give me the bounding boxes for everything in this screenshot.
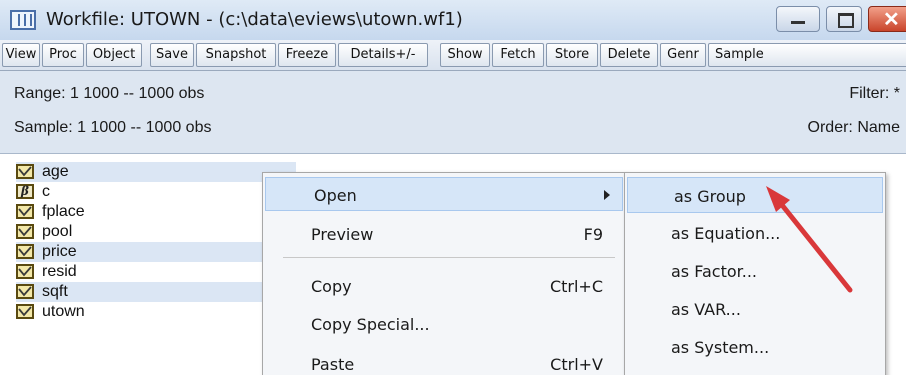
open-submenu: as Group as Equation... as Factor... as … [624,172,886,375]
filter-info: Filter: * [849,85,900,102]
object-item-c[interactable]: β c [16,182,296,202]
title-bar: Workfile: UTOWN - (c:\data\eviews\utown.… [0,0,906,41]
menu-item-shortcut: Ctrl+C [549,277,603,296]
menu-item-label: Paste [311,355,355,374]
object-label: sqft [42,283,68,300]
close-icon: ✕ [883,9,900,31]
details-button[interactable]: Details+/- [338,43,428,67]
object-label: pool [42,223,73,240]
submenu-arrow-icon [604,190,610,200]
object-item-sqft[interactable]: sqft [16,282,296,302]
fetch-button[interactable]: Fetch [492,43,544,67]
object-label: age [42,163,69,180]
delete-button[interactable]: Delete [600,43,658,67]
submenu-item-label: as Equation... [671,224,781,243]
workfile-window: Workfile: UTOWN - (c:\data\eviews\utown.… [0,0,906,375]
menu-item-open[interactable]: Open [265,177,623,211]
object-item-price[interactable]: price [16,242,296,262]
sample-button[interactable]: Sample [708,43,906,67]
series-icon [16,164,34,179]
series-icon [16,204,34,219]
submenu-item-label: as System... [671,338,770,357]
maximize-icon [838,13,854,28]
submenu-item-as-system[interactable]: as System... [625,329,885,365]
series-icon [16,224,34,239]
proc-button[interactable]: Proc [42,43,84,67]
store-button[interactable]: Store [546,43,598,67]
workfile-info-panel: Range: 1 1000 -- 1000 obs Sample: 1 1000… [0,71,906,154]
sample-info: Sample: 1 1000 -- 1000 obs [14,119,212,136]
submenu-item-label: as VAR... [671,300,741,319]
series-icon [16,304,34,319]
minimize-icon [791,21,805,24]
menu-item-label: Preview [311,225,374,244]
series-icon [16,244,34,259]
menu-item-preview[interactable]: Preview F9 [263,217,625,251]
order-info: Order: Name [807,119,900,136]
genr-button[interactable]: Genr [660,43,706,67]
object-label: resid [42,263,77,280]
object-label: price [42,243,77,260]
show-button[interactable]: Show [440,43,490,67]
submenu-item-as-equation[interactable]: as Equation... [625,215,885,251]
submenu-item-label: as Group [674,187,746,206]
menu-item-paste[interactable]: Paste Ctrl+V [263,347,625,375]
range-info: Range: 1 1000 -- 1000 obs [14,85,205,102]
maximize-button[interactable] [826,6,862,32]
submenu-item-as-factor[interactable]: as Factor... [625,253,885,289]
object-item-fplace[interactable]: fplace [16,202,296,222]
save-button[interactable]: Save [150,43,194,67]
object-label: utown [42,303,85,320]
menu-item-label: Open [314,186,357,205]
minimize-button[interactable] [776,6,820,32]
menu-item-label: Copy [311,277,352,296]
object-item-utown[interactable]: utown [16,302,296,322]
menu-separator [283,257,615,258]
submenu-item-as-var[interactable]: as VAR... [625,291,885,327]
object-label: c [42,183,50,200]
context-menu: Open Preview F9 Copy Ctrl+C Copy Special… [262,172,626,375]
freeze-button[interactable]: Freeze [278,43,336,67]
workfile-icon [10,10,36,30]
menu-item-label: Copy Special... [311,315,430,334]
view-button[interactable]: View [2,43,40,67]
object-item-pool[interactable]: pool [16,222,296,242]
menu-item-shortcut: Ctrl+V [550,355,603,374]
menu-item-copy[interactable]: Copy Ctrl+C [263,269,625,303]
workfile-toolbar: View Proc Object Save Snapshot Freeze De… [0,40,906,71]
close-button[interactable]: ✕ [868,6,906,32]
submenu-item-label: as Factor... [671,262,757,281]
series-icon [16,284,34,299]
object-item-resid[interactable]: resid [16,262,296,282]
window-title: Workfile: UTOWN - (c:\data\eviews\utown.… [46,9,463,30]
snapshot-button[interactable]: Snapshot [196,43,276,67]
menu-item-copy-special[interactable]: Copy Special... [263,307,625,341]
object-item-age[interactable]: age [16,162,296,182]
object-button[interactable]: Object [86,43,142,67]
submenu-item-as-group[interactable]: as Group [627,177,883,213]
coefficient-icon: β [16,184,34,199]
menu-item-shortcut: F9 [583,225,603,244]
object-label: fplace [42,203,85,220]
series-icon [16,264,34,279]
